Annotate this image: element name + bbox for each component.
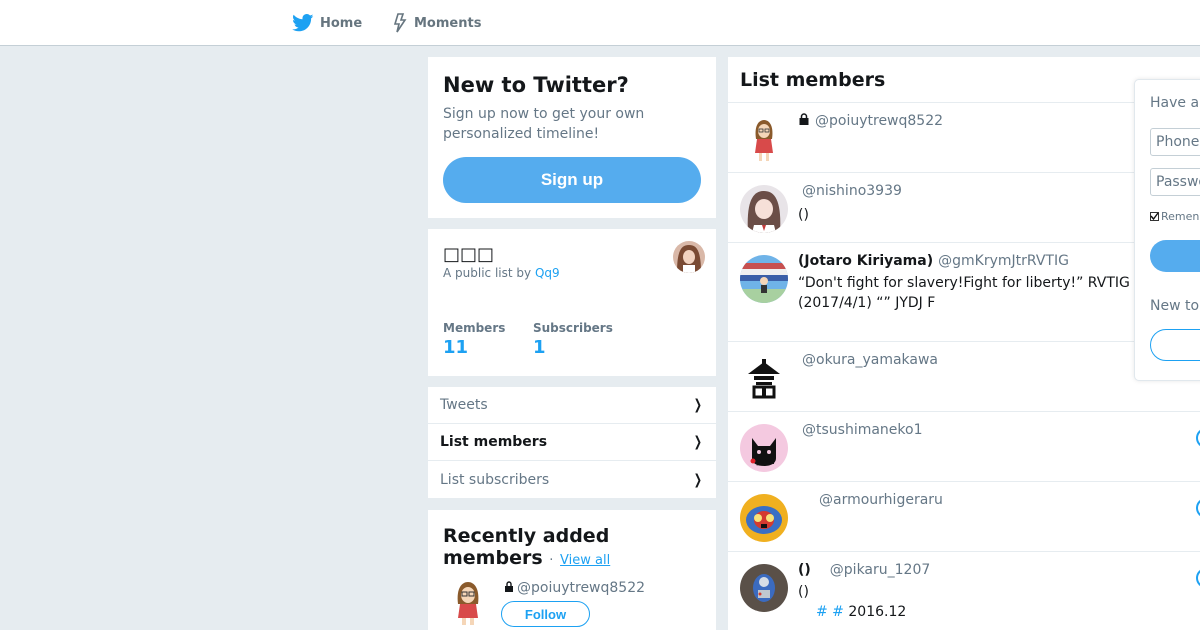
avatar[interactable] — [673, 241, 705, 273]
remember-label: Remen — [1161, 210, 1200, 223]
login-new-to: New to — [1150, 298, 1200, 314]
recently-added-card: Recently added members · View all @poiuy… — [428, 510, 716, 630]
signup-title: New to Twitter? — [443, 73, 629, 97]
chevron-right-icon: ❯ — [694, 471, 703, 488]
member-handle[interactable]: @pikaru_1207 — [830, 562, 930, 578]
tab-list-subscribers-label: List subscribers — [440, 471, 550, 488]
member-header: (Jotaro Kiriyama) @gmKrymJtrRVTIG — [798, 253, 1069, 269]
avatar[interactable]: JAPAN — [740, 424, 788, 472]
list-item[interactable]: @poiuytrewq8522 — [728, 103, 1200, 173]
nav-home[interactable]: Home — [292, 0, 362, 46]
phone-email-field[interactable]: Phone, — [1150, 128, 1200, 156]
password-field[interactable]: Passwo — [1150, 168, 1200, 196]
members-stat[interactable]: Members 11 — [443, 321, 505, 358]
list-item[interactable]: @nishino3939 () — [728, 173, 1200, 243]
twitter-bird-icon — [292, 14, 314, 32]
list-links-card: Tweets ❯ List members ❯ List subscribers… — [428, 387, 716, 498]
tab-list-subscribers[interactable]: List subscribers ❯ — [428, 461, 716, 498]
tab-list-members[interactable]: List members ❯ — [428, 424, 716, 461]
signup-button[interactable]: Sign up — [443, 157, 701, 203]
hashtags[interactable]: # # — [816, 604, 844, 620]
nav-home-label: Home — [320, 15, 363, 31]
avatar[interactable] — [450, 580, 486, 626]
member-handle[interactable]: @nishino3939 — [802, 183, 902, 199]
login-button[interactable] — [1150, 240, 1200, 272]
member-header: @okura_yamakawa — [802, 352, 938, 368]
avatar[interactable] — [740, 115, 788, 163]
list-item[interactable]: JAPAN @tsushimaneko1 — [728, 412, 1200, 482]
list-members-header: List members — [728, 57, 1200, 103]
remember-me[interactable]: Remen — [1150, 210, 1199, 223]
chevron-right-icon: ❯ — [694, 397, 703, 413]
login-title: Have ar — [1150, 95, 1200, 111]
top-navigation-bar: Home Moments — [0, 0, 1200, 46]
follow-button-partial[interactable] — [1196, 428, 1200, 448]
follow-button[interactable]: Follow — [501, 601, 590, 627]
follow-button-partial[interactable] — [1196, 498, 1200, 518]
list-owner-link[interactable]: Qq9 — [535, 266, 560, 280]
list-item[interactable]: @okura_yamakawa — [728, 342, 1200, 412]
lock-icon — [504, 580, 514, 596]
member-bio-text: 2016.12 — [848, 604, 907, 620]
signup-subtitle: Sign up now to get your own personalized… — [443, 106, 645, 142]
member-header: @nishino3939 — [802, 183, 902, 199]
list-byline: A public list by Qq9 — [443, 266, 701, 280]
member-name[interactable]: (Jotaro Kiriyama) — [798, 253, 933, 269]
member-header: @tsushimaneko1 — [802, 422, 923, 438]
title-separator: · — [549, 553, 554, 568]
member-name[interactable]: () — [798, 562, 811, 578]
members-stat-value: 11 — [443, 337, 469, 358]
subscribers-stat-value: 1 — [533, 337, 546, 358]
member-handle[interactable]: @gmKrymJtrRVTIG — [938, 253, 1069, 269]
member-bio: () — [798, 584, 809, 600]
lightning-icon — [393, 13, 407, 33]
member-handle[interactable]: @poiuytrewq8522 — [815, 113, 943, 129]
avatar[interactable] — [740, 354, 788, 402]
remember-checkbox[interactable] — [1150, 212, 1159, 221]
recent-member-handle[interactable]: @poiuytrewq8522 — [504, 580, 645, 596]
view-all-link[interactable]: View all — [560, 553, 610, 568]
member-bio-line2: # # 2016.12 — [816, 602, 1156, 622]
follow-button-partial[interactable] — [1196, 568, 1200, 588]
list-item[interactable]: () @pikaru_1207 () # # 2016.12 — [728, 552, 1200, 630]
lock-icon — [798, 113, 810, 129]
recent-member-handle-text: @poiuytrewq8522 — [517, 580, 646, 596]
tab-tweets[interactable]: Tweets ❯ — [428, 387, 716, 424]
list-item[interactable]: (Jotaro Kiriyama) @gmKrymJtrRVTIG “Don't… — [728, 243, 1200, 342]
avatar[interactable] — [740, 494, 788, 542]
member-bio: () — [798, 207, 809, 223]
list-byline-prefix: A public list by — [443, 266, 532, 280]
tab-tweets-label: Tweets — [440, 397, 488, 413]
avatar[interactable] — [740, 564, 788, 612]
login-panel: Have ar Phone, Passwo Remen New to — [1134, 79, 1200, 381]
member-handle[interactable]: @armourhigeraru — [819, 492, 943, 508]
list-item[interactable]: @armourhigeraru — [728, 482, 1200, 552]
nav-moments[interactable]: Moments — [392, 0, 481, 46]
list-members-card: List members @poiuytrewq8522 @nishino393… — [728, 57, 1200, 630]
member-header: () @pikaru_1207 — [798, 562, 930, 578]
avatar[interactable] — [740, 255, 788, 303]
chevron-right-icon: ❯ — [694, 434, 703, 450]
member-header: @armourhigeraru — [819, 492, 943, 508]
subscribers-stat-label: Subscribers — [533, 321, 613, 335]
list-name: □□□ — [443, 244, 495, 265]
tab-list-members-label: List members — [440, 434, 548, 450]
member-bio: “Don't fight for slavery!Fight for liber… — [798, 275, 1130, 311]
signup-card: New to Twitter? Sign up now to get your … — [428, 57, 716, 218]
avatar[interactable] — [740, 185, 788, 233]
members-stat-label: Members — [443, 321, 506, 335]
member-handle[interactable]: @okura_yamakawa — [802, 352, 938, 368]
login-signup-button[interactable] — [1150, 329, 1200, 361]
list-info-card: □□□ A public list by Qq9 Members 11 Subs… — [428, 229, 716, 376]
member-header: @poiuytrewq8522 — [798, 113, 943, 129]
svg-text:JAPAN: JAPAN — [756, 459, 775, 466]
subscribers-stat[interactable]: Subscribers 1 — [533, 321, 613, 358]
recently-added-title: Recently added members · View all — [443, 525, 643, 572]
nav-moments-label: Moments — [414, 15, 482, 31]
member-handle[interactable]: @tsushimaneko1 — [802, 422, 923, 438]
